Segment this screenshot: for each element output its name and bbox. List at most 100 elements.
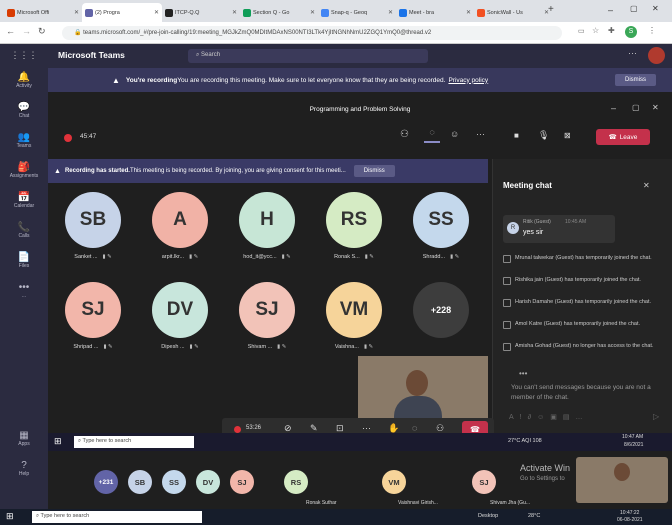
close-tab-icon[interactable]: ✕ [74,9,79,16]
participant-tile[interactable]: Aarpit.lkr... ▮ ✎ [139,192,221,276]
more-options-icon[interactable]: ··· [628,48,637,58]
taskbar-search-input[interactable]: ⌕ Type here to search [74,436,194,448]
browser-menu-icon[interactable]: ⋮ [648,26,656,35]
browser-tab[interactable]: Meet - bra ✕ [396,3,474,22]
tab-label: Meet - bra [409,9,435,16]
avatar[interactable]: RS [284,470,308,494]
rail-icon: 👥 [17,132,31,143]
avatar[interactable]: VM [382,470,406,494]
rail-item-4[interactable]: 📅 Calendar [0,186,48,216]
rail-bottom-item-0[interactable]: ▦ Apps [0,424,48,454]
close-tab-icon[interactable]: ✕ [466,9,471,16]
participant-name-row: Sanket ... ▮ ✎ [74,254,111,260]
chat-icon[interactable]: ◌ [424,127,440,143]
avatar[interactable]: SS [162,470,186,494]
avatar[interactable]: SB [128,470,152,494]
close-tab-icon[interactable]: ✕ [154,9,159,16]
rail-item-0[interactable]: 🔔 Activity [0,66,48,96]
window-close-button[interactable]: ✕ [652,4,659,13]
reload-icon[interactable]: ↻ [38,26,46,37]
presenter-video-thumbnail[interactable] [576,457,668,503]
participant-name: Sanket ... [74,254,98,260]
extensions-icon[interactable]: ✚ [608,26,615,35]
rail-item-6[interactable]: 📄 Files [0,246,48,276]
paperclip-icon[interactable]: ∂ [528,414,537,421]
window-minimize-button[interactable]: – [608,5,613,15]
close-chat-icon[interactable]: ✕ [643,181,650,190]
clock-date: 8/6/2021 [624,442,644,448]
user-avatar[interactable] [648,47,665,64]
browser-tab[interactable]: (2) Progra ✕ [82,3,162,22]
cast-icon[interactable]: ▭ [578,27,585,35]
participant-tile[interactable]: SJ Shivam ... ▮ ✎ [226,282,308,366]
close-tab-icon[interactable]: ✕ [388,9,393,16]
participant-tile[interactable]: VM Vaishna... ▮ ✎ [313,282,395,366]
participant-tile[interactable]: SB Sanket ... ▮ ✎ [52,192,134,276]
browser-new-tab-button[interactable]: + [548,4,554,15]
format-icon[interactable]: A [509,414,520,421]
dismiss-recording-banner-button[interactable]: Dismiss [615,74,656,86]
gif-icon[interactable]: ▣ [550,414,563,421]
sticker-icon[interactable]: ▤ [563,414,576,421]
avatar[interactable]: DV [196,470,220,494]
meeting-header: Programming and Problem Solving – ▢ ✕ 45… [48,96,672,154]
os-search-input[interactable]: ⌕ Type here to search [32,511,202,523]
rail-item-2[interactable]: 👥 Teams [0,126,48,156]
browser-tab[interactable]: ITCP-Q.Q ✕ [162,3,240,22]
participant-tile[interactable]: DV Dipesh ... ▮ ✎ [139,282,221,366]
windows-start-icon[interactable]: ⊞ [54,436,62,447]
close-tab-icon[interactable]: ✕ [310,9,315,16]
browser-tab[interactable]: Section Q - Go ✕ [240,3,318,22]
chat-bubble-icon[interactable]: ◌ [412,423,417,433]
participant-tile[interactable]: +228 [400,282,482,366]
profile-avatar[interactable]: S [625,26,637,38]
more-icon[interactable]: ··· [362,423,371,433]
emoji-icon[interactable]: ☺ [537,414,550,421]
participants-icon[interactable]: ⚇ [400,129,409,140]
close-meeting-icon[interactable]: ✕ [652,103,659,112]
browser-toolbar: ← → ↻ 🔒 teams.microsoft.com/_#/pre-join-… [0,22,672,44]
close-tab-icon[interactable]: ✕ [232,9,237,16]
more-actions-icon[interactable]: ··· [476,129,485,139]
send-icon[interactable]: ▷ [653,412,659,421]
rail-item-1[interactable]: 💬 Chat [0,96,48,126]
activate-windows-sub: Go to Settings to [520,476,565,482]
activate-windows-title: Activate Win [520,463,571,473]
participant-tile[interactable]: SS Shradd... ▮ ✎ [400,192,482,276]
back-icon[interactable]: ← [6,26,15,36]
mic-toggle-icon[interactable]: 🎙 [538,130,549,141]
browser-tab[interactable]: SonicWall - Us ✕ [474,3,552,22]
avatar[interactable]: SJ [230,470,254,494]
dismiss-consent-banner-button[interactable]: Dismiss [353,165,395,177]
recording-banner-text: You are recording this meeting. Make sur… [177,76,446,84]
browser-tab[interactable]: Microsoft Offi ✕ [4,3,82,22]
avatar[interactable]: SJ [472,470,496,494]
participant-tile[interactable]: Hhod_it@ycc... ▮ ✎ [226,192,308,276]
overflow-count[interactable]: +231 [94,470,118,494]
rail-item-5[interactable]: 📞 Calls [0,216,48,246]
app-launcher-icon[interactable]: ⋮⋮⋮ [0,44,48,66]
browser-tab[interactable]: Snap-q - Geoq ✕ [318,3,396,22]
participant-tile[interactable]: RS Ronak S... ▮ ✎ [313,192,395,276]
reactions-icon[interactable]: ☺ [450,129,459,139]
rail-item-3[interactable]: 🎒 Assignments [0,156,48,186]
minimize-meeting-icon[interactable]: – [611,103,616,113]
rail-bottom-item-1[interactable]: ? Help [0,454,48,484]
participant-tile[interactable]: SJ Shripad ... ▮ ✎ [52,282,134,366]
popout-meeting-icon[interactable]: ▢ [632,103,640,112]
share-screen-icon[interactable]: ⊠ [564,131,571,140]
attach-icon[interactable]: ! [520,414,528,421]
rail-item-7[interactable]: •••... [0,276,48,306]
leave-button[interactable]: ☎ Leave [596,129,650,145]
privacy-policy-link[interactable]: Privacy policy [448,77,488,84]
search-input[interactable]: ⌕ Search [188,49,428,63]
more-compose-icon[interactable]: … [576,414,589,421]
address-bar[interactable]: 🔒 teams.microsoft.com/_#/pre-join-callin… [62,26,562,40]
bookmark-star-icon[interactable]: ☆ [592,26,599,35]
camera-toggle-icon[interactable]: ■ [514,131,519,140]
window-maximize-button[interactable]: ▢ [630,4,638,13]
windows-start-icon[interactable]: ⊞ [6,511,14,522]
forward-icon[interactable]: → [22,26,31,36]
search-placeholder: Search [201,52,221,58]
avatar: SS [413,192,469,248]
